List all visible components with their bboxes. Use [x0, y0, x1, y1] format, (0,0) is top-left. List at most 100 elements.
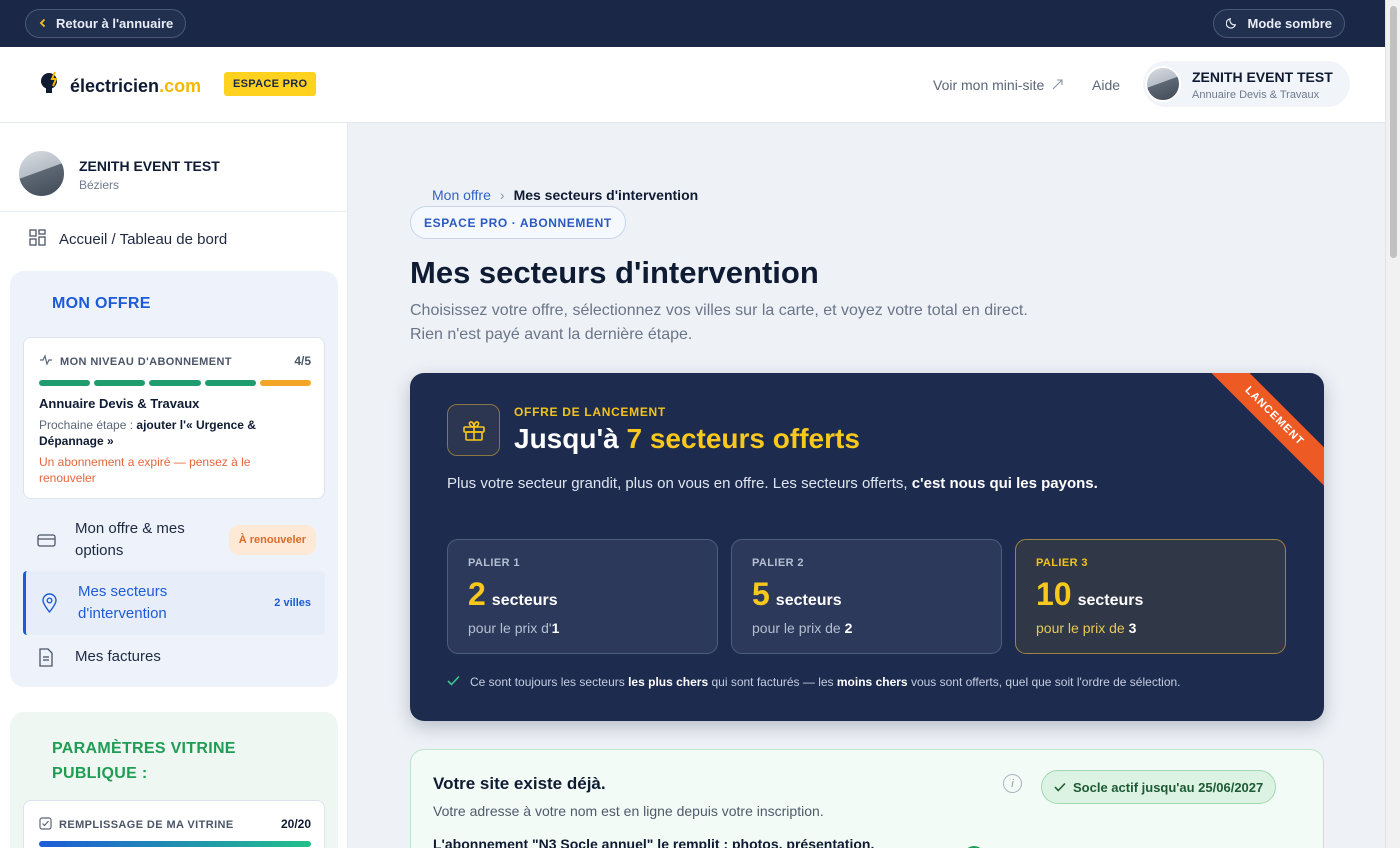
gift-icon	[447, 404, 500, 456]
check-icon	[447, 675, 460, 689]
offer-panel-title: MON OFFRE	[52, 295, 151, 312]
back-to-directory-label: Retour à l'annuaire	[56, 16, 174, 31]
tier-price: 2	[844, 620, 853, 636]
vitrine-panel: PARAMÈTRES VITRINE PUBLIQUE : REMPLISSAG…	[10, 712, 338, 848]
section-tag: ESPACE PRO · ABONNEMENT	[410, 206, 626, 239]
sidebar-user-city: Béziers	[79, 178, 120, 192]
offer-description-text: Plus votre secteur grandit, plus on vous…	[447, 475, 908, 492]
tier-card-2: PALIER 2 5 secteurs pour le prix de 2	[731, 539, 1002, 654]
tier-card-3: PALIER 3 10 secteurs pour le prix de 3	[1015, 539, 1286, 654]
header-user-subtitle: Annuaire Devis & Travaux	[1192, 89, 1320, 101]
offer-description: Plus votre secteur grandit, plus on vous…	[447, 472, 1107, 495]
level-segment	[94, 380, 146, 386]
socle-status-label: Socle actif jusqu'au 25/06/2027	[1073, 779, 1264, 795]
avatar	[17, 149, 66, 198]
top-bar: Retour à l'annuaire Mode sombre	[0, 0, 1385, 47]
note-text: qui sont facturés — les	[711, 675, 834, 689]
launch-offer-card: LANCEMENT OFFRE DE LANCEMENT Jusqu'à 7 s…	[410, 373, 1324, 721]
dark-mode-label: Mode sombre	[1247, 16, 1332, 31]
page-scrollbar[interactable]	[1385, 0, 1400, 848]
tier-price: 3	[1128, 620, 1137, 636]
tier-card-1: PALIER 1 2 secteurs pour le prix d'1	[447, 539, 718, 654]
lead-line-2: Rien n'est payé avant la dernière étape.	[410, 326, 693, 343]
site-card-subscription: L'abonnement "N3 Socle annuel" le rempli…	[433, 836, 875, 848]
scrollbar-thumb[interactable]	[1390, 6, 1397, 258]
level-segment	[259, 380, 312, 386]
sidebar-item-home[interactable]: Accueil / Tableau de bord	[28, 228, 227, 251]
tier-count: 10	[1036, 576, 1072, 612]
credit-card-icon	[35, 533, 57, 548]
offer-title-highlight: 7 secteurs offerts	[626, 423, 860, 454]
page-title: Mes secteurs d'intervention	[410, 255, 819, 290]
sidebar-item-offer-options[interactable]: Mon offre & mes options À renouveler	[23, 516, 325, 564]
level-segment	[149, 380, 201, 386]
sidebar-item-label: Mes secteurs d'intervention	[78, 583, 168, 622]
tier-label: PALIER 3	[1036, 557, 1088, 569]
existing-site-card: Votre site existe déjà. Votre adresse à …	[410, 749, 1324, 848]
tier-unit: secteurs	[491, 592, 558, 609]
site-header: électricien.com ESPACE PRO Voir mon mini…	[0, 47, 1385, 123]
next-step-prefix: Prochaine étape :	[39, 418, 134, 432]
checklist-icon	[39, 817, 52, 833]
logo-suffix: .com	[159, 76, 202, 96]
breadcrumb-parent-link[interactable]: Mon offre	[432, 187, 491, 203]
tier-label: PALIER 1	[468, 557, 520, 569]
offer-description-bold: c'est nous qui les payons.	[911, 475, 1098, 492]
site-logo[interactable]: électricien.com	[38, 69, 201, 104]
offer-panel: MON OFFRE MON NIVEAU D'ABONNEMENT 4/5 An…	[10, 271, 338, 687]
activity-icon	[39, 354, 53, 369]
breadcrumb-current: Mes secteurs d'intervention	[513, 187, 699, 203]
level-segment	[204, 380, 256, 386]
back-to-directory-button[interactable]: Retour à l'annuaire	[25, 9, 187, 38]
tier-unit: secteurs	[1077, 592, 1144, 609]
level-score: 4/5	[294, 354, 311, 368]
tier-count: 5	[752, 576, 770, 612]
sidebar-item-label: Mes factures	[75, 648, 161, 665]
user-menu[interactable]: ZENITH EVENT TEST Annuaire Devis & Trava…	[1143, 61, 1350, 107]
sidebar-item-label: Mon offre & mes options	[75, 520, 185, 559]
logo-text: électricien	[70, 76, 160, 96]
sidebar-item-label: Accueil / Tableau de bord	[59, 231, 228, 248]
dashboard-grid-icon	[28, 228, 47, 251]
page-lead: Choisissez votre offre, sélectionnez vos…	[410, 299, 1110, 347]
header-user-name: ZENITH EVENT TEST	[1192, 69, 1333, 85]
cities-count-badge: 2 villes	[274, 597, 311, 609]
note-text: vous sont offerts, quel que soit l'ordre…	[910, 675, 1181, 689]
offer-title: Jusqu'à 7 secteurs offerts	[514, 423, 860, 455]
site-card-description: Votre adresse à votre nom est en ligne d…	[433, 803, 824, 819]
breadcrumb-separator: ›	[499, 187, 505, 203]
vitrine-panel-title: PARAMÈTRES VITRINE PUBLIQUE :	[52, 740, 236, 782]
tier-price-prefix: pour le prix de	[1036, 620, 1125, 636]
espace-pro-badge: ESPACE PRO	[224, 72, 317, 96]
fill-progress-bar	[39, 841, 311, 847]
level-progress-bar	[39, 380, 312, 386]
sidebar-user: ZENITH EVENT TEST Béziers	[0, 123, 348, 212]
breadcrumb: Mon offre › Mes secteurs d'intervention	[432, 187, 698, 203]
chevron-left-icon	[38, 16, 48, 31]
dark-mode-button[interactable]: Mode sombre	[1213, 9, 1345, 38]
fill-score: 20/20	[280, 817, 311, 831]
sidebar-user-name: ZENITH EVENT TEST	[79, 158, 220, 174]
tier-price-prefix: pour le prix de	[752, 620, 841, 636]
minisite-link[interactable]: Voir mon mini-site	[933, 77, 1063, 93]
level-card-title: MON NIVEAU D'ABONNEMENT	[60, 355, 232, 368]
invoice-icon	[35, 647, 57, 667]
tier-label: PALIER 2	[752, 557, 804, 569]
offer-title-prefix: Jusqu'à	[514, 423, 619, 454]
offer-note: Ce sont toujours les secteurs les plus c…	[447, 675, 1181, 689]
tier-count: 2	[468, 576, 486, 612]
note-bold: moins chers	[836, 675, 908, 689]
moon-icon	[1226, 16, 1239, 32]
sidebar-item-invoices[interactable]: Mes factures	[23, 641, 325, 673]
minisite-link-label: Voir mon mini-site	[933, 77, 1045, 93]
check-icon	[1054, 780, 1066, 795]
level-plan-name: Annuaire Devis & Travaux	[39, 396, 200, 411]
launch-ribbon: LANCEMENT	[1200, 373, 1324, 490]
map-pin-icon	[38, 593, 60, 613]
level-next-step: Prochaine étape : ajouter l'« Urgence & …	[39, 417, 284, 449]
note-bold: les plus chers	[628, 675, 709, 689]
help-link[interactable]: Aide	[1092, 77, 1120, 93]
expired-warning: Un abonnement a expiré — pensez à le ren…	[39, 455, 251, 485]
info-icon[interactable]: i	[1003, 774, 1022, 793]
sidebar-item-sectors[interactable]: Mes secteurs d'intervention 2 villes	[23, 571, 325, 635]
